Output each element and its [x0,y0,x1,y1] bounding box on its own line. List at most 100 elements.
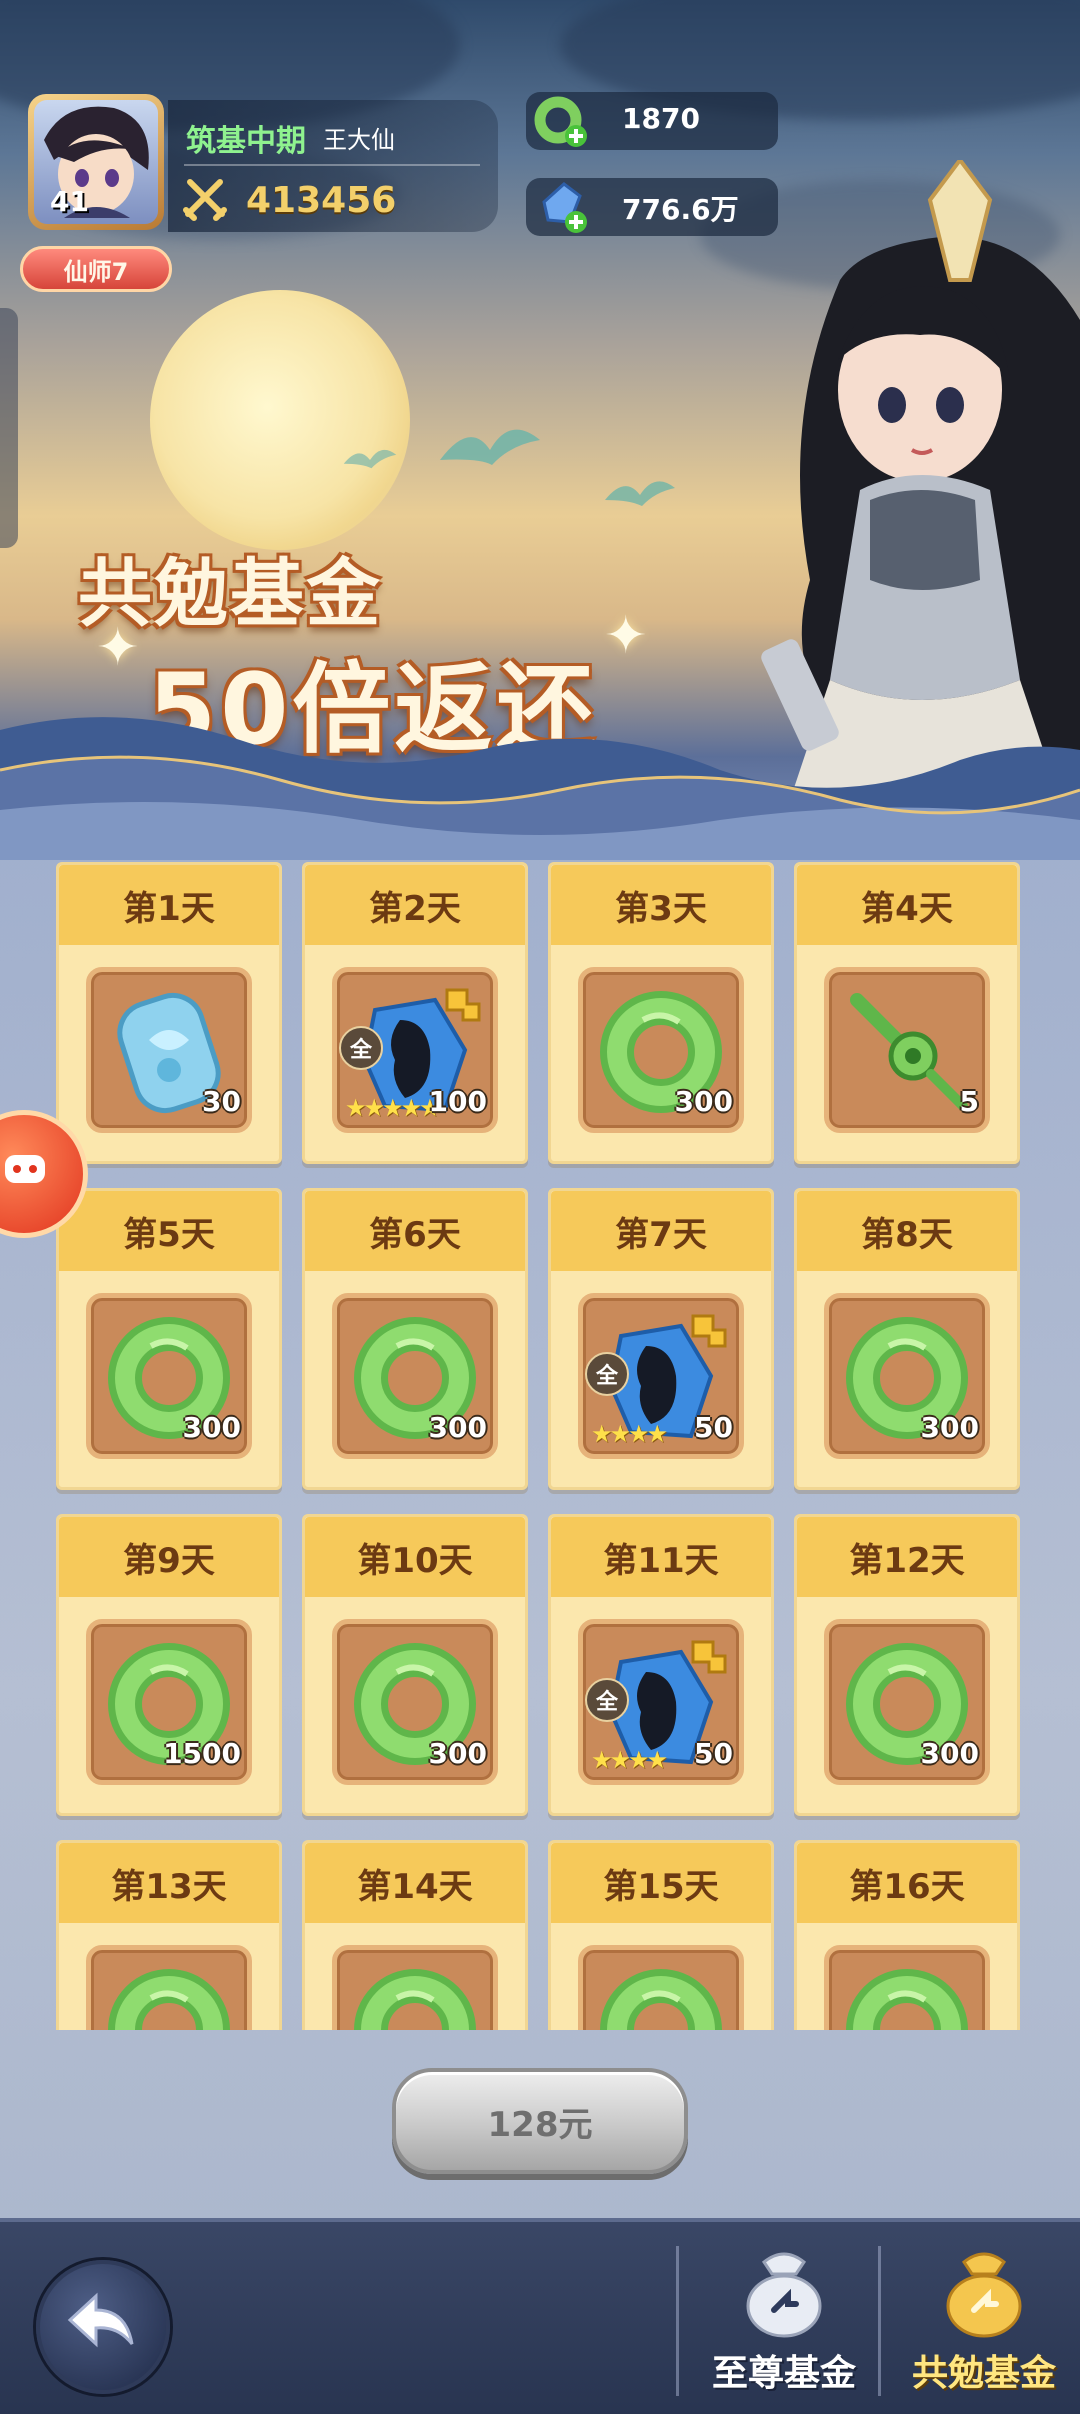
jade-ring-icon [846,1969,968,2030]
crystal-currency-value: 776.6万 [622,193,739,226]
day-label: 第13天 [59,1843,279,1923]
jade-currency-display[interactable]: 1870 [526,92,778,150]
day-reward-card[interactable]: 第1天 30 [56,862,282,1164]
day-label: 第11天 [551,1517,771,1597]
reward-item-slot[interactable]: 全 ★★★★ 50 [578,1619,744,1785]
day-reward-card[interactable]: 第6天 300 [302,1188,528,1490]
crystal-currency-display[interactable]: 776.6万 [526,178,778,236]
gamepad-icon [5,1155,45,1183]
side-pull-tab[interactable] [0,308,18,548]
reward-item-slot[interactable]: 300 [578,967,744,1133]
day-label: 第4天 [797,865,1017,945]
day-label: 第16天 [797,1843,1017,1923]
purchase-price-button[interactable]: 128元 [392,2068,688,2174]
reward-item-slot[interactable]: 全 ★★★★ 50 [578,1293,744,1459]
day-label: 第9天 [59,1517,279,1597]
day-reward-card[interactable]: 第13天 [56,1840,282,2030]
crane-decoration [440,429,540,465]
star-rating: ★★★★ [591,1746,668,1774]
reward-item-slot[interactable] [824,1945,990,2030]
item-quantity: 300 [428,1411,487,1444]
floating-gamepad-button[interactable] [0,1110,88,1238]
day-label: 第2天 [305,865,525,945]
day-reward-card[interactable]: 第4天 5 [794,862,1020,1164]
crane-decoration [605,481,675,506]
day-reward-card[interactable]: 第7天全 ★★★★ 50 [548,1188,774,1490]
moon-decoration [150,290,410,550]
day-label: 第8天 [797,1191,1017,1271]
jade-ring-currency-icon [534,96,587,147]
day-label: 第10天 [305,1517,525,1597]
day-reward-card[interactable]: 第5天 300 [56,1188,282,1490]
item-quantity: 1500 [163,1737,241,1770]
jade-ring-icon [354,1969,476,2030]
day-reward-card[interactable]: 第12天 300 [794,1514,1020,1816]
money-bag-icon [746,2252,822,2338]
item-quantity: 30 [202,1085,241,1118]
player-info-panel: 筑基中期 王大仙 413456 [168,100,498,232]
reward-item-slot[interactable]: 300 [824,1619,990,1785]
tab-supreme-fund[interactable]: 至尊基金 [694,2240,874,2410]
blue-crystal-currency-icon [542,182,587,233]
back-arrow-icon [67,2292,134,2348]
back-button[interactable] [36,2260,170,2394]
player-name: 王大仙 [323,126,395,154]
item-quantity: 300 [182,1411,241,1444]
item-quantity: 300 [920,1737,979,1770]
jade-ring-icon [108,1969,230,2030]
player-level: 41 [50,185,89,218]
day-reward-card[interactable]: 第11天全 ★★★★ 50 [548,1514,774,1816]
item-quantity: 300 [674,1085,733,1118]
day-reward-card[interactable]: 第8天 300 [794,1188,1020,1490]
day-label: 第3天 [551,865,771,945]
item-quantity: 100 [428,1085,487,1118]
money-bag-icon [946,2252,1022,2338]
all-class-badge: 全 [585,1678,629,1722]
tab-label: 共勉基金 [911,2353,1056,2394]
reward-item-slot[interactable]: 300 [824,1293,990,1459]
day-label: 第14天 [305,1843,525,1923]
fund-reward-grid: 第1天 30 第2天全 ★★★★★ 100 第3天 300 第4天 5 第5天 300 第6天 300 第… [56,862,1024,2030]
star-rating: ★★★★ [591,1420,668,1448]
day-reward-card[interactable]: 第2天全 ★★★★★ 100 [302,862,528,1164]
item-quantity: 50 [694,1411,733,1444]
day-label: 第6天 [305,1191,525,1271]
item-quantity: 50 [694,1737,733,1770]
divider [878,2246,881,2396]
reward-item-slot[interactable] [332,1945,498,2030]
day-label: 第15天 [551,1843,771,1923]
reward-item-slot[interactable]: 5 [824,967,990,1133]
item-quantity: 5 [959,1085,979,1118]
crossed-swords-icon [183,179,227,221]
reward-item-slot[interactable] [578,1945,744,2030]
day-reward-card[interactable]: 第3天 300 [548,862,774,1164]
bottom-nav-bar: 至尊基金 共勉基金 [0,2218,1080,2414]
day-reward-card[interactable]: 第15天 [548,1840,774,2030]
day-reward-card[interactable]: 第10天 300 [302,1514,528,1816]
reward-item-slot[interactable]: 1500 [86,1619,252,1785]
item-quantity: 300 [920,1411,979,1444]
cultivation-realm: 筑基中期 [186,124,306,159]
reward-item-slot[interactable]: 300 [332,1619,498,1785]
reward-item-slot[interactable]: 30 [86,967,252,1133]
divider [676,2246,679,2396]
day-reward-card[interactable]: 第16天 [794,1840,1020,2030]
jade-key-icon [850,993,968,1111]
divider [184,164,480,166]
wave-decoration [0,717,1080,860]
reward-item-slot[interactable]: 全 ★★★★★ 100 [332,967,498,1133]
day-reward-card[interactable]: 第9天 1500 [56,1514,282,1816]
sparkle-icon: ✦ [96,618,140,678]
day-label: 第1天 [59,865,279,945]
reward-item-slot[interactable] [86,1945,252,2030]
day-reward-card[interactable]: 第14天 [302,1840,528,2030]
player-avatar[interactable]: 41 [28,94,164,230]
day-label: 第7天 [551,1191,771,1271]
avatar: 41 [34,100,158,224]
combat-power: 413456 [246,180,397,221]
day-label: 第5天 [59,1191,279,1271]
reward-item-slot[interactable]: 300 [332,1293,498,1459]
tab-joint-fund[interactable]: 共勉基金 [894,2240,1074,2410]
reward-item-slot[interactable]: 300 [86,1293,252,1459]
vip-rank-badge[interactable]: 仙师7 [20,246,172,292]
